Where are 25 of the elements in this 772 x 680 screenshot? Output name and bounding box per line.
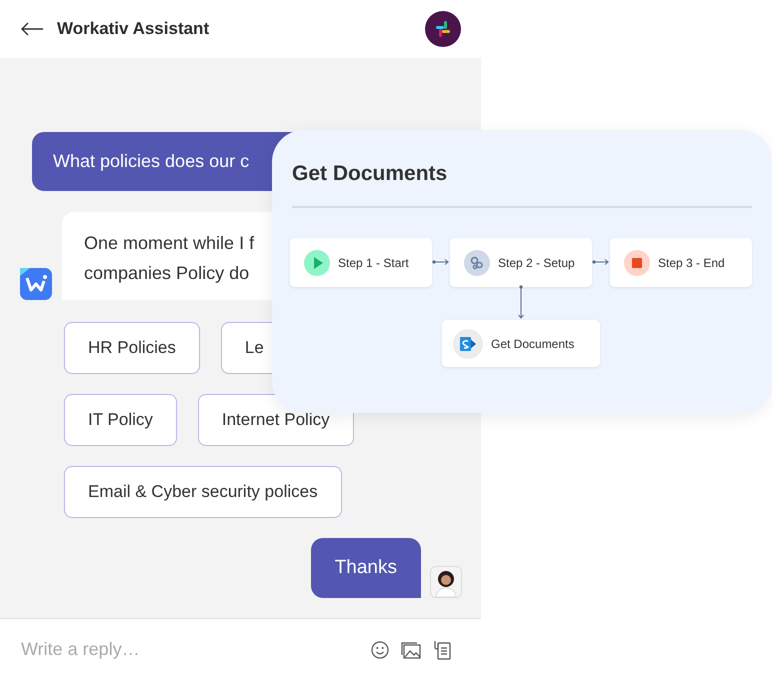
gears-icon [464,250,490,276]
workflow-title: Get Documents [292,162,752,208]
avatar-icon [430,566,462,598]
chat-title: Workativ Assistant [57,19,210,39]
image-icon[interactable] [401,640,421,658]
step-node[interactable]: Step 2 - Setup [450,238,592,287]
step-node[interactable]: Step 3 - End [610,238,752,287]
option-button[interactable]: Email & Cyber security polices [64,466,342,518]
connector-arrow [517,285,525,320]
action-node[interactable]: Get Documents [442,320,600,367]
connector-arrow [432,258,450,266]
app-logo-icon [425,11,461,47]
attachment-icon[interactable] [433,640,451,660]
stop-icon [624,250,650,276]
reply-field[interactable]: Write a reply… [21,639,359,660]
option-button[interactable]: HR Policies [64,322,200,374]
user-message: Thanks [310,538,421,598]
emoji-icon[interactable] [371,640,389,658]
bot-logo-icon [20,268,52,300]
play-icon [304,250,330,276]
connector-arrow [592,258,610,266]
document-app-icon [453,328,483,358]
step-node[interactable]: Step 1 - Start [290,238,432,287]
back-arrow-icon[interactable] [20,22,44,36]
option-button[interactable]: IT Policy [64,394,177,446]
